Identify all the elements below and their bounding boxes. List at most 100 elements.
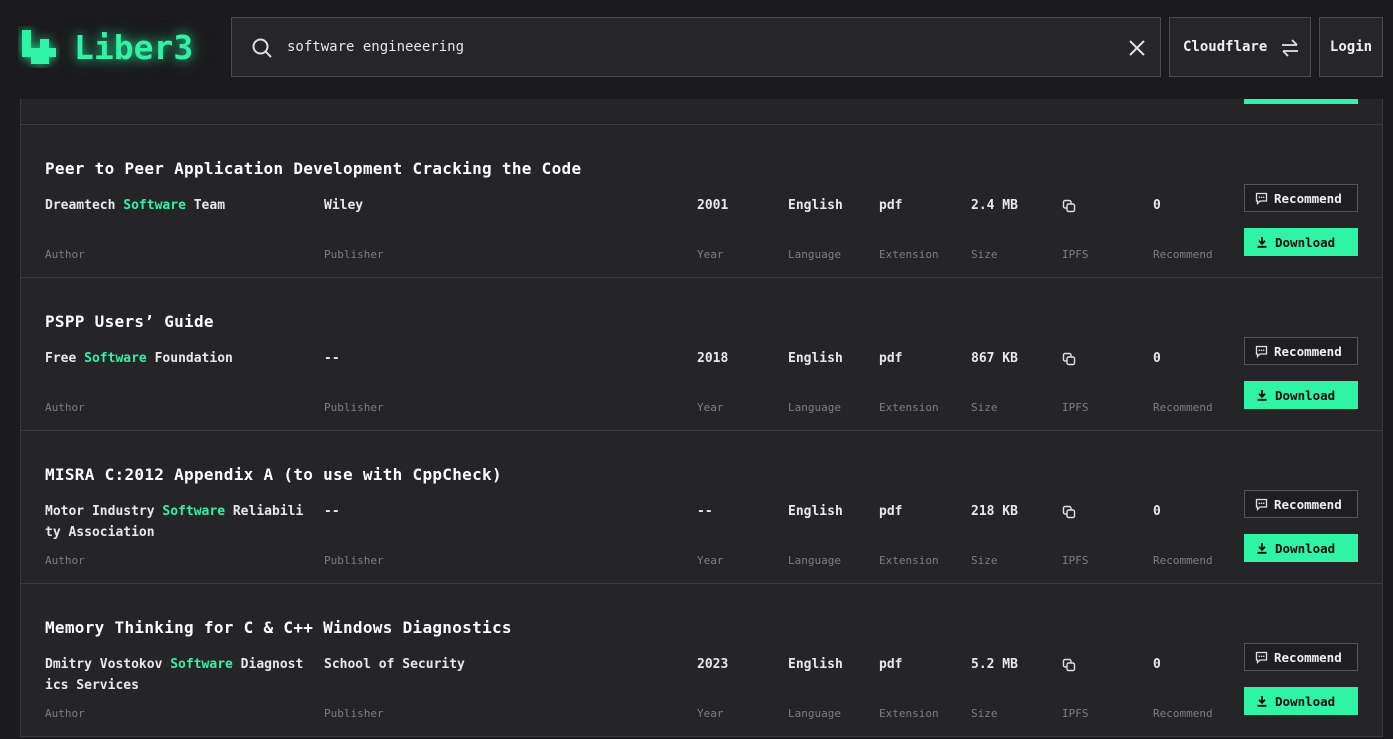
download-icon — [1257, 390, 1267, 401]
book-title[interactable]: MISRA C:2012 Appendix A (to use with Cpp… — [45, 465, 502, 484]
size-value: 5.2 MB — [971, 657, 1018, 672]
login-label: Login — [1329, 39, 1373, 55]
publisher-value: -- — [324, 504, 340, 519]
author-value: Motor Industry Software Reliability Asso… — [45, 504, 304, 540]
copy-icon[interactable] — [1062, 352, 1076, 366]
comment-icon — [1255, 192, 1268, 205]
search-highlight: Software — [123, 198, 186, 213]
size-label: Size — [971, 707, 998, 720]
year-label: Year — [697, 707, 724, 720]
results-list: Peer to Peer Application Development Cra… — [20, 70, 1383, 737]
result-card: MISRA C:2012 Appendix A (to use with Cpp… — [21, 431, 1382, 584]
size-value: 218 KB — [971, 504, 1018, 519]
extension-value: pdf — [879, 657, 903, 672]
comment-icon — [1255, 651, 1268, 664]
recommend-label: Recommend — [1153, 554, 1213, 567]
gateway-label: Cloudflare — [1183, 39, 1268, 55]
recommend-button[interactable]: Recommend — [1244, 184, 1358, 212]
download-icon — [1257, 696, 1267, 707]
search-highlight: Software — [84, 351, 147, 366]
download-button[interactable]: Download — [1244, 381, 1358, 409]
recommend-count: 0 — [1153, 198, 1161, 213]
book-title[interactable]: Peer to Peer Application Development Cra… — [45, 159, 581, 178]
language-label: Language — [788, 401, 841, 414]
author-label: Author — [45, 248, 85, 261]
size-value: 867 KB — [971, 351, 1018, 366]
login-button[interactable]: Login — [1319, 17, 1383, 77]
download-button[interactable]: Download — [1244, 534, 1358, 562]
size-label: Size — [971, 401, 998, 414]
copy-icon[interactable] — [1062, 658, 1076, 672]
publisher-label: Publisher — [324, 707, 384, 720]
download-button-label: Download — [1275, 234, 1336, 250]
extension-label: Extension — [879, 707, 939, 720]
book-title[interactable]: PSPP Users’ Guide — [45, 312, 214, 331]
gateway-switch-button[interactable]: Cloudflare — [1169, 17, 1311, 77]
recommend-button[interactable]: Recommend — [1244, 337, 1358, 365]
top-header: Liber3 Cloudflare Login — [0, 0, 1393, 99]
language-label: Language — [788, 554, 841, 567]
search-box[interactable] — [231, 17, 1161, 77]
year-value: 2018 — [697, 351, 729, 366]
result-card: Peer to Peer Application Development Cra… — [21, 125, 1382, 278]
year-label: Year — [697, 554, 724, 567]
publisher-value: Wiley — [324, 198, 364, 213]
author-value: Free Software Foundation — [45, 351, 233, 366]
author-value: Dreamtech Software Team — [45, 198, 226, 213]
download-button-label: Download — [1275, 540, 1336, 556]
download-icon — [1257, 237, 1267, 248]
ipfs-label: IPFS — [1062, 401, 1089, 414]
recommend-label: Recommend — [1153, 707, 1213, 720]
language-label: Language — [788, 248, 841, 261]
book-title[interactable]: Memory Thinking for C & C++ Windows Diag… — [45, 618, 512, 637]
close-icon[interactable] — [1128, 39, 1146, 57]
copy-icon[interactable] — [1062, 199, 1076, 213]
extension-label: Extension — [879, 554, 939, 567]
logo[interactable]: Liber3 — [18, 26, 193, 68]
search-input[interactable] — [287, 18, 1107, 76]
year-value: -- — [697, 504, 713, 519]
copy-icon[interactable] — [1062, 505, 1076, 519]
extension-label: Extension — [879, 248, 939, 261]
language-value: English — [788, 198, 843, 213]
recommend-label: Recommend — [1153, 401, 1213, 414]
size-label: Size — [971, 248, 998, 261]
recommend-label: Recommend — [1153, 248, 1213, 261]
year-value: 2023 — [697, 657, 729, 672]
recommend-button-label: Recommend — [1274, 496, 1342, 512]
search-highlight: Software — [170, 657, 233, 672]
swap-icon — [1282, 39, 1298, 57]
recommend-button[interactable]: Recommend — [1244, 643, 1358, 671]
search-icon — [252, 38, 272, 58]
result-card: PSPP Users’ Guide Free Software Foundati… — [21, 278, 1382, 431]
author-label: Author — [45, 401, 85, 414]
size-label: Size — [971, 554, 998, 567]
download-button[interactable]: Download — [1244, 228, 1358, 256]
result-card: Memory Thinking for C & C++ Windows Diag… — [21, 584, 1382, 737]
extension-value: pdf — [879, 351, 903, 366]
language-label: Language — [788, 707, 841, 720]
recommend-button[interactable]: Recommend — [1244, 490, 1358, 518]
year-value: 2001 — [697, 198, 729, 213]
recommend-count: 0 — [1153, 351, 1161, 366]
publisher-value: School of Security — [324, 657, 465, 672]
language-value: English — [788, 657, 843, 672]
publisher-value: -- — [324, 351, 340, 366]
logo-text: Liber3 — [74, 27, 194, 67]
download-button-label: Download — [1275, 693, 1336, 709]
comment-icon — [1255, 345, 1268, 358]
recommend-button-label: Recommend — [1274, 190, 1342, 206]
download-icon — [1257, 543, 1267, 554]
comment-icon — [1255, 498, 1268, 511]
extension-value: pdf — [879, 198, 903, 213]
recommend-count: 0 — [1153, 657, 1161, 672]
year-label: Year — [697, 401, 724, 414]
extension-value: pdf — [879, 504, 903, 519]
year-label: Year — [697, 248, 724, 261]
liber3-logo-icon — [22, 30, 56, 64]
search-highlight: Software — [162, 504, 226, 519]
publisher-label: Publisher — [324, 248, 384, 261]
download-button[interactable]: Download — [1244, 687, 1358, 715]
recommend-button-label: Recommend — [1274, 343, 1342, 359]
author-value: Dmitry Vostokov Software Diagnostics Ser… — [45, 657, 304, 693]
